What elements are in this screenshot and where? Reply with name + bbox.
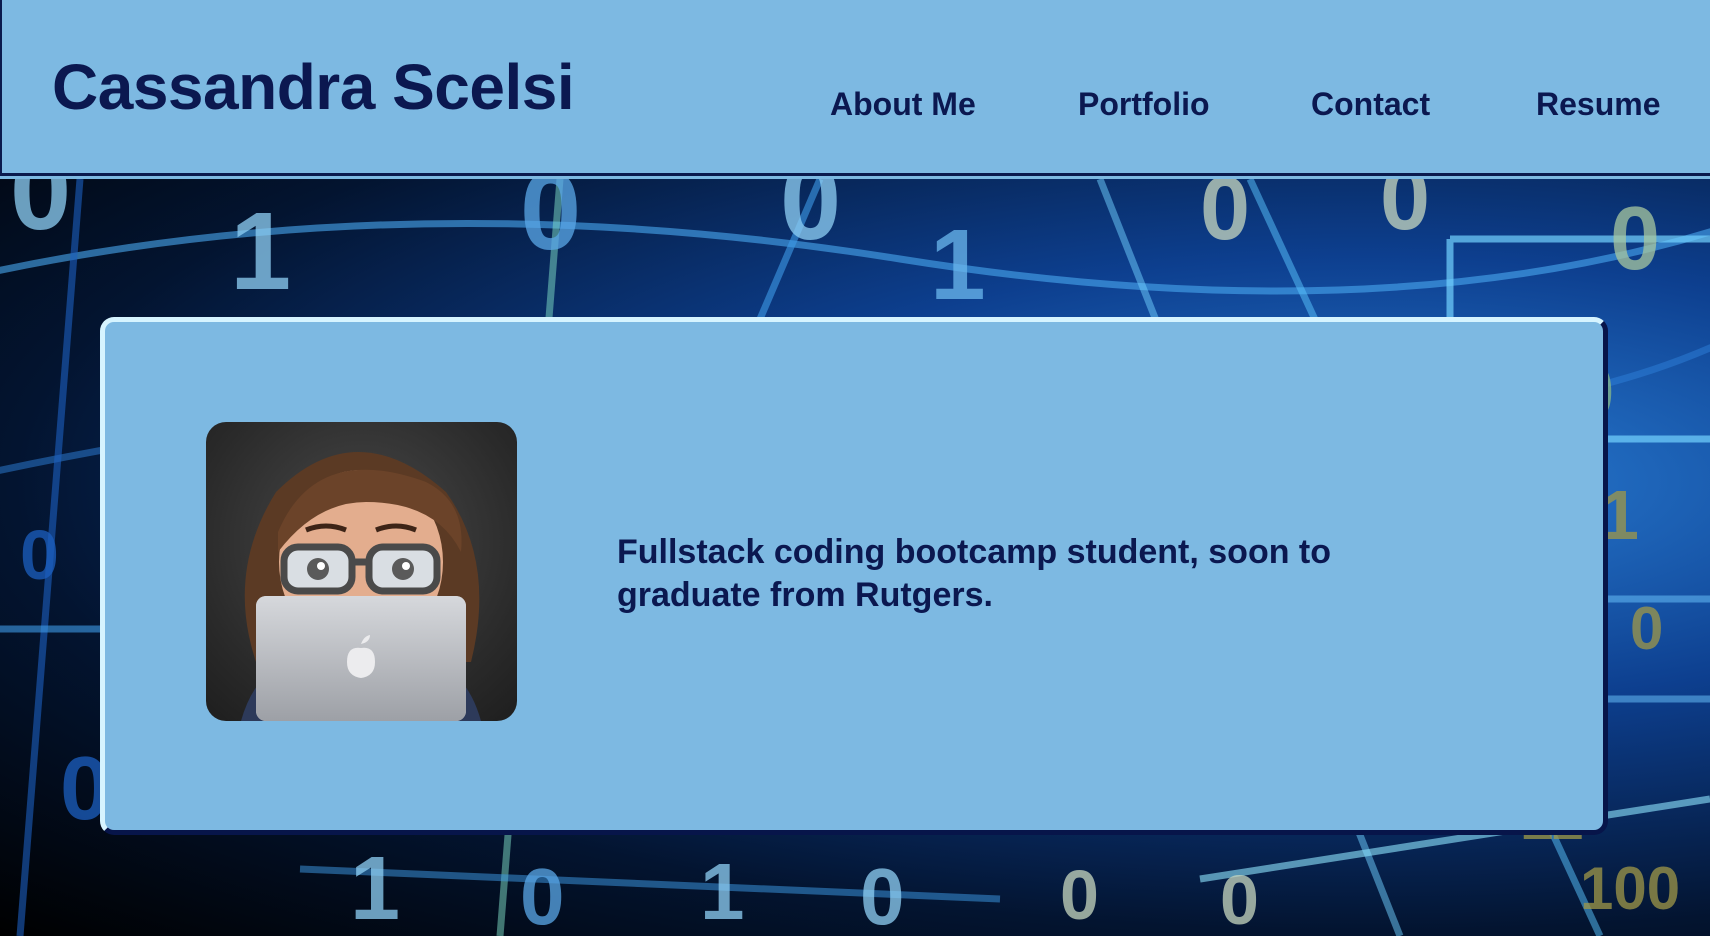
hero-section: 0 1 0 0 1 0 0 0 0 1 0 11 100 1 0 1 0 0 0… — [0, 179, 1710, 936]
intro-card: Fullstack coding bootcamp student, soon … — [100, 317, 1608, 835]
nav-portfolio[interactable]: Portfolio — [1078, 86, 1210, 123]
svg-text:0: 0 — [10, 179, 71, 253]
svg-text:0: 0 — [1610, 189, 1660, 289]
svg-text:0: 0 — [860, 852, 905, 936]
memoji-avatar-icon — [241, 452, 481, 721]
svg-text:1: 1 — [930, 209, 986, 321]
svg-text:0: 0 — [1380, 179, 1430, 249]
svg-text:0: 0 — [520, 179, 581, 273]
svg-text:0: 0 — [20, 516, 59, 594]
svg-text:0: 0 — [1060, 856, 1099, 934]
svg-text:100: 100 — [1580, 855, 1680, 922]
svg-text:0: 0 — [1220, 861, 1259, 936]
nav-about-me[interactable]: About Me — [830, 86, 976, 123]
svg-text:0: 0 — [520, 852, 565, 936]
avatar — [206, 422, 517, 721]
svg-text:0: 0 — [780, 179, 841, 263]
svg-text:0: 0 — [1200, 179, 1250, 259]
nav-contact[interactable]: Contact — [1311, 86, 1430, 123]
site-header: Cassandra Scelsi About Me Portfolio Cont… — [0, 0, 1710, 176]
svg-text:1: 1 — [350, 839, 400, 936]
svg-text:0: 0 — [1630, 595, 1663, 662]
svg-text:1: 1 — [700, 847, 745, 936]
tagline: Fullstack coding bootcamp student, soon … — [617, 533, 1332, 614]
nav-resume[interactable]: Resume — [1536, 86, 1661, 123]
svg-text:1: 1 — [230, 190, 291, 313]
main-nav: About Me Portfolio Contact Resume — [2, 86, 1710, 126]
